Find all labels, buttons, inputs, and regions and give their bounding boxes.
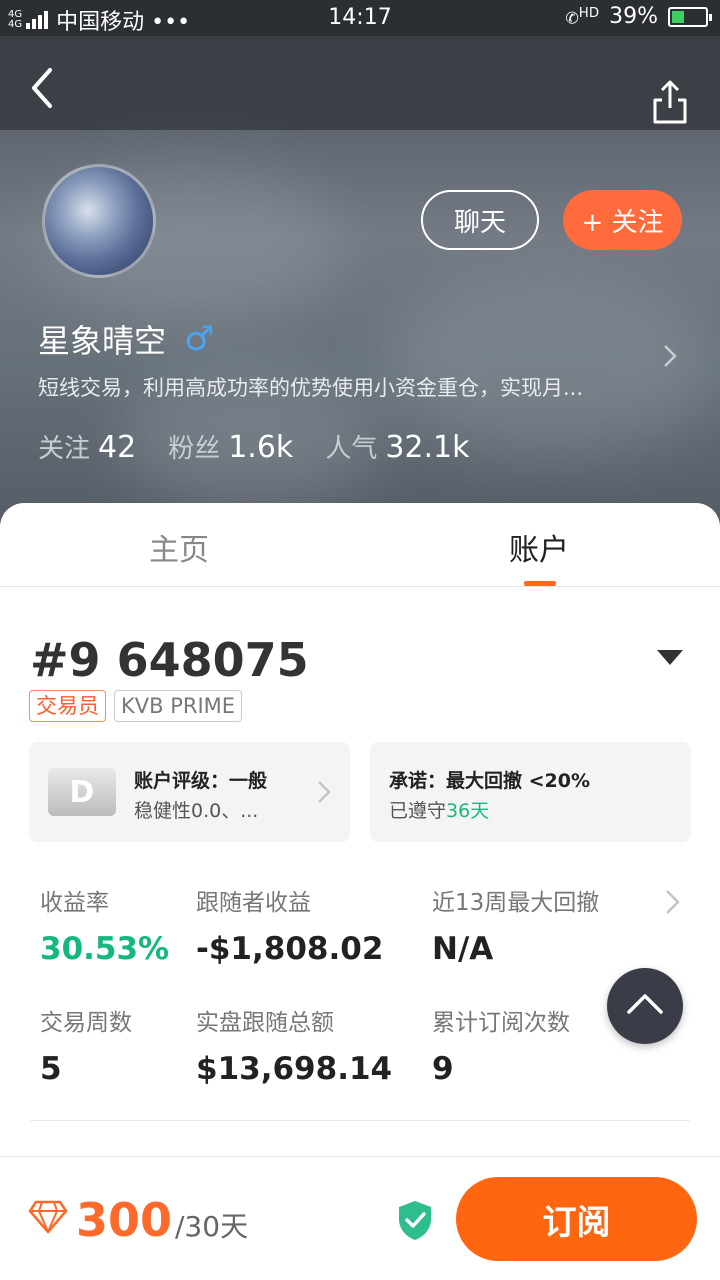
avatar[interactable]: [42, 164, 156, 278]
tab-account[interactable]: 账户: [509, 525, 569, 569]
metric-value: N/A: [432, 931, 494, 967]
metric-label: 累计订阅次数: [432, 1010, 570, 1036]
chevron-right-icon[interactable]: [663, 887, 683, 917]
status-bar: 4G 4G 中国移动 ••• 14:17 ✆HD 39%: [0, 0, 720, 36]
metric-label: 跟随者收益: [196, 890, 311, 916]
username-row: 星象晴空 ♂: [38, 316, 215, 362]
bio-text[interactable]: 短线交易，利用高成功率的优势使用小资金重仓，实现月...: [38, 372, 638, 402]
subscription-price: 300: [76, 1193, 173, 1247]
metric-value: 5: [40, 1051, 62, 1087]
metric-follow-total: 实盘跟随总额 $13,698.14: [196, 1003, 392, 1087]
metric-label: 交易周数: [40, 1010, 132, 1036]
shield-check-icon: [399, 1201, 431, 1240]
promise-kept: 已遵守36天: [389, 796, 489, 823]
stat-label: 粉丝: [168, 434, 221, 464]
rating-title: 账户评级：一般: [134, 770, 268, 792]
metric-trading-weeks: 交易周数 5: [40, 1003, 132, 1087]
battery-fill: [672, 10, 684, 23]
metric-label: 近13周最大回撤: [432, 890, 600, 916]
username: 星象晴空: [38, 322, 167, 360]
tab-home[interactable]: 主页: [149, 525, 209, 569]
section-divider: [30, 1120, 690, 1121]
metric-label: 收益率: [40, 890, 109, 916]
promise-panel: 承诺：最大回撤 <20% 已遵守36天: [370, 742, 691, 842]
metric-subscription-count: 累计订阅次数 9: [432, 1003, 570, 1087]
metric-value: 30.53%: [40, 931, 170, 967]
metric-value: 9: [432, 1051, 454, 1087]
promise-kept-days: 36天: [446, 800, 490, 822]
scroll-to-top-button[interactable]: [607, 968, 683, 1044]
share-icon[interactable]: [650, 78, 690, 126]
battery-icon: [668, 6, 712, 27]
tab-bar: 主页 账户: [0, 503, 720, 587]
metric-max-drawdown: 近13周最大回撤 N/A: [432, 883, 599, 967]
tab-indicator: [524, 581, 556, 586]
stat-value: 42: [98, 430, 137, 465]
hd-call-icon: ✆HD: [565, 5, 600, 28]
stat-label: 人气: [325, 434, 378, 464]
metric-value: -$1,808.02: [196, 931, 384, 967]
broker-badge: KVB PRIME: [114, 690, 243, 722]
grade-badge-icon: D: [48, 768, 116, 816]
metric-value: $13,698.14: [196, 1051, 393, 1087]
subscribe-bar: 300 /30天 订阅: [0, 1156, 720, 1280]
dropdown-triangle-icon[interactable]: [657, 650, 683, 665]
subscribe-button[interactable]: 订阅: [456, 1177, 697, 1261]
promise-title: 承诺：最大回撤 <20%: [389, 770, 591, 792]
stat-following[interactable]: 关注 42: [38, 428, 136, 465]
battery-percent: 39%: [609, 4, 658, 29]
stat-label: 关注: [38, 434, 91, 464]
male-gender-icon: ♂: [184, 319, 215, 359]
role-badge: 交易员: [29, 690, 106, 722]
stat-value: 1.6k: [228, 430, 294, 465]
metric-follower-profit: 跟随者收益 -$1,808.02: [196, 883, 383, 967]
diamond-icon: [28, 1200, 68, 1234]
back-icon[interactable]: [26, 62, 66, 110]
promise-kept-prefix: 已遵守: [389, 800, 447, 822]
rating-detail: 稳健性0.0、...: [134, 800, 259, 822]
account-rating-panel[interactable]: D 账户评级：一般 稳健性0.0、...: [29, 742, 350, 842]
status-right: ✆HD 39%: [565, 4, 712, 29]
stat-value: 32.1k: [385, 430, 470, 465]
subscription-period: /30天: [175, 1210, 249, 1243]
account-badges: 交易员 KVB PRIME: [29, 690, 243, 722]
chat-button[interactable]: 聊天: [421, 190, 539, 250]
metric-return-rate: 收益率 30.53%: [40, 883, 169, 967]
account-number: #9 648075: [30, 633, 309, 687]
profile-header: 聊天 + 关注 星象晴空 ♂ 短线交易，利用高成功率的优势使用小资金重仓，实现月…: [0, 36, 720, 526]
stat-popularity: 人气 32.1k: [325, 428, 469, 465]
metric-label: 实盘跟随总额: [196, 1010, 334, 1036]
top-nav: [0, 36, 720, 130]
chevron-right-icon: [318, 781, 331, 803]
hd-label: HD: [578, 5, 600, 21]
follow-button[interactable]: + 关注: [563, 190, 682, 250]
profile-stats: 关注 42 粉丝 1.6k 人气 32.1k: [38, 428, 470, 465]
stat-fans[interactable]: 粉丝 1.6k: [168, 428, 293, 465]
chevron-right-icon[interactable]: [660, 342, 680, 370]
